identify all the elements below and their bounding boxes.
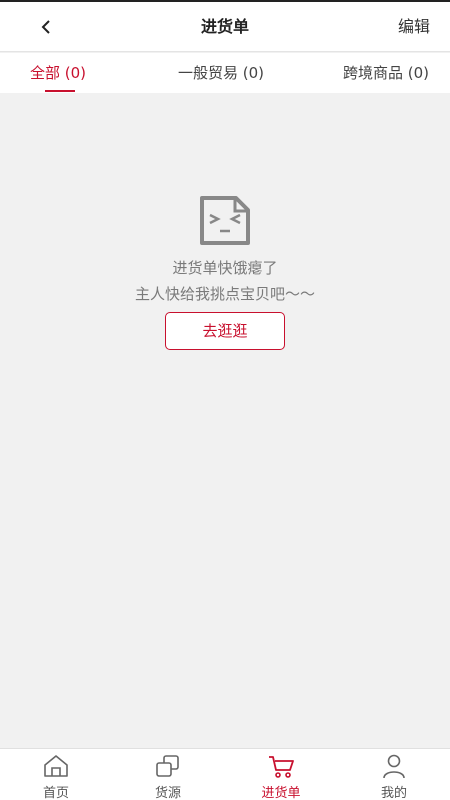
tab-all[interactable]: 全部 (0) <box>30 53 86 93</box>
nav-label-home: 首页 <box>42 786 69 800</box>
user-icon <box>383 754 405 779</box>
empty-message-line1: 进货单快饿瘪了 <box>172 259 278 277</box>
tab-active-indicator <box>45 90 75 92</box>
nav-item-mine[interactable]: 我的 <box>338 749 450 800</box>
empty-message-line2: 主人快给我挑点宝贝吧～～ <box>134 285 315 303</box>
nav-label-mine: 我的 <box>380 786 407 800</box>
cart-icon <box>269 756 294 778</box>
empty-file-face-icon <box>200 196 250 245</box>
header-bar: 进货单 编辑 <box>0 2 450 52</box>
bottom-nav: 首页 货源 进货单 我的 <box>0 748 450 800</box>
tab-cross-border[interactable]: 跨境商品 (0) <box>343 53 429 93</box>
nav-label-source: 货源 <box>154 786 181 800</box>
source-icon <box>156 755 179 777</box>
page-title: 进货单 <box>200 17 249 36</box>
home-icon <box>44 755 68 777</box>
go-shopping-button[interactable]: 去逛逛 <box>165 312 285 350</box>
edit-button[interactable]: 编辑 <box>398 2 430 52</box>
nav-item-home[interactable]: 首页 <box>0 749 112 800</box>
nav-item-source[interactable]: 货源 <box>112 749 224 800</box>
tab-general-trade[interactable]: 一般贸易 (0) <box>178 53 264 93</box>
nav-label-cart: 进货单 <box>261 786 301 800</box>
nav-item-cart[interactable]: 进货单 <box>225 749 337 800</box>
tab-bar: 全部 (0) 一般贸易 (0) 跨境商品 (0) <box>0 53 450 93</box>
